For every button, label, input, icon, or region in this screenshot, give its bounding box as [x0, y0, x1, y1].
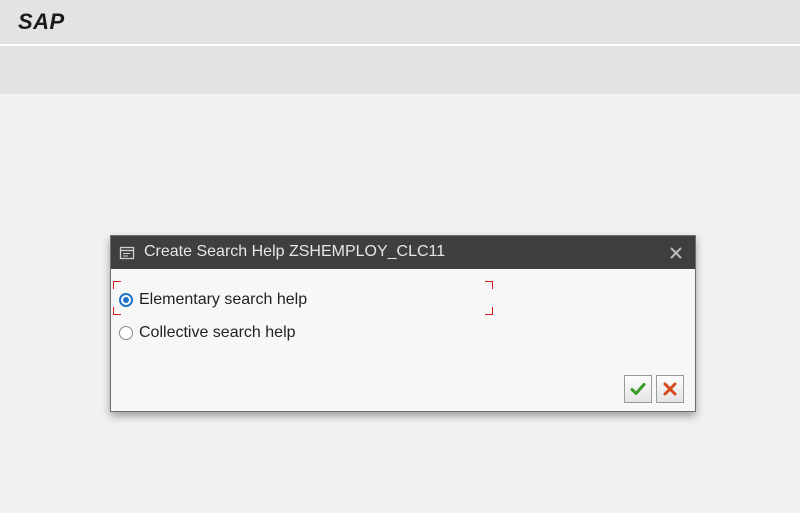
- checkmark-icon: [630, 383, 646, 395]
- close-icon[interactable]: [667, 244, 685, 262]
- radio-label-elementary: Elementary search help: [139, 291, 308, 308]
- radio-button-unselected[interactable]: [119, 326, 133, 340]
- title-bar: SAP: [0, 0, 800, 46]
- radio-button-selected[interactable]: [119, 293, 133, 307]
- dialog-title: Create Search Help ZSHEMPLOY_CLC11: [144, 243, 446, 260]
- radio-label-collective: Collective search help: [139, 324, 296, 341]
- dialog-header: Create Search Help ZSHEMPLOY_CLC11: [111, 236, 695, 269]
- cancel-button[interactable]: [656, 375, 684, 403]
- dialog-window-icon: [119, 246, 135, 260]
- cancel-x-icon: [663, 382, 677, 396]
- continue-button[interactable]: [624, 375, 652, 403]
- dialog-body: Elementary search help Collective search…: [111, 269, 695, 411]
- radio-collective-search-help[interactable]: Collective search help: [119, 322, 296, 344]
- create-search-help-dialog: Create Search Help ZSHEMPLOY_CLC11 Eleme…: [110, 235, 696, 412]
- sap-logo: SAP: [18, 9, 65, 34]
- radio-elementary-search-help[interactable]: Elementary search help: [119, 289, 307, 311]
- application-toolbar: [0, 46, 800, 94]
